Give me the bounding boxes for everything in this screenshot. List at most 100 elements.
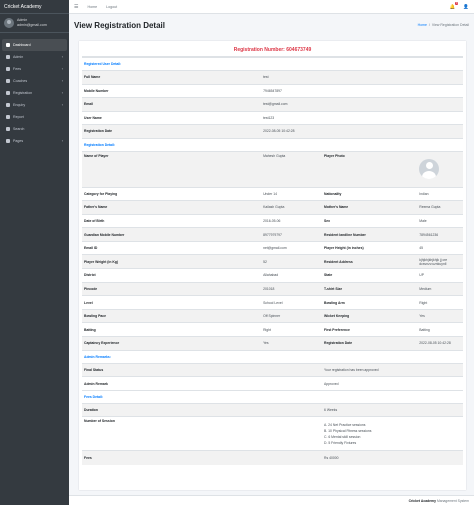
detail-table: Registered User Detail: Full Name test Mo… [82, 57, 463, 465]
brand-link[interactable]: Cricket Academy [0, 0, 69, 14]
row-label: Registration Date [322, 336, 418, 351]
section-header-row: Fees Detail: [82, 389, 463, 404]
table-row: Captaincy Experience Yes Registration Date… [82, 336, 463, 351]
sidebar-item-search[interactable]: Search [2, 123, 67, 135]
user-panel: Admin admin@gmail.com [0, 14, 69, 33]
section-reg-title: Registration Detail: [82, 137, 463, 151]
row-label: Email ID [82, 240, 262, 255]
table-row: Pincode 201018 T-shirt Size Medium [82, 281, 463, 296]
sidebar: Cricket Academy Admin admin@gmail.com Da… [0, 0, 69, 505]
footer: Cricket Academy Management System [69, 495, 474, 505]
content-header: View Registration Detail Home / View Reg… [69, 14, 474, 36]
sessions-list: A. 24 Net Practice sessions B. 10 Physic… [322, 416, 463, 451]
row-value: Off Spinner [261, 308, 323, 323]
table-row: Category for Playing Under 14 Nationality I… [82, 186, 463, 201]
row-value: Right [261, 322, 323, 337]
row-value: test [261, 70, 463, 84]
row-value: test123 [261, 110, 463, 125]
table-row: Final Status Your registration has been a… [82, 362, 463, 377]
table-row: Date of Birth 2016-05-06 Sex Male [82, 213, 463, 228]
row-value: 7894561236 [417, 227, 463, 242]
row-value: 201018 [261, 281, 323, 296]
row-value: Yes [261, 336, 323, 351]
section-header-row: Registered User Detail: [82, 57, 463, 71]
row-label: District [82, 268, 262, 283]
player-photo [419, 158, 440, 179]
table-row: Father's Name Kailash Gupta Mother's Name R… [82, 200, 463, 215]
user-email: admin@gmail.com [17, 23, 47, 27]
menu-toggle-icon[interactable]: ☰ [74, 4, 78, 10]
row-value: net@gmail.com [261, 240, 323, 255]
page-title: View Registration Detail [74, 20, 165, 30]
row-label: State [322, 268, 418, 283]
breadcrumb: Home / View Registration Detail [418, 23, 469, 27]
sidebar-item-registration[interactable]: Registration ‹ [2, 87, 67, 99]
profile-icon[interactable]: 👤 [463, 4, 469, 10]
coach-icon [6, 79, 10, 83]
row-value: Rs 40000 [322, 450, 463, 465]
table-row: District Allahabad State UP [82, 268, 463, 283]
chevron-left-icon: ‹ [61, 103, 63, 107]
table-row: Registration Date 2022-08-05 10:42:28 [82, 124, 463, 138]
nav-logout-link[interactable]: Logout [106, 5, 117, 9]
table-row: Number of Session A. 24 Net Practice ses… [82, 416, 463, 451]
sidebar-item-label: Search [13, 127, 25, 131]
row-label: Mobile Number [82, 83, 262, 98]
table-row: Name of Player Mahesh Gupta Player Photo [82, 150, 463, 187]
row-label: Bowling Pace [82, 308, 262, 323]
row-value: Batting [417, 322, 463, 337]
sidebar-item-label: Enquiry [13, 103, 26, 107]
avatar[interactable] [4, 18, 14, 28]
photo-cell [417, 150, 463, 187]
row-label: Level [82, 295, 262, 310]
row-label: Guardian Mobile Number [82, 227, 262, 242]
sidebar-item-enquiry[interactable]: Enquiry ‹ [2, 99, 67, 111]
sidebar-item-label: Report [13, 115, 24, 119]
row-value: Yes [417, 308, 463, 323]
sidebar-item-label: Registration [13, 91, 33, 95]
row-label: T-shirt Size [322, 281, 418, 296]
row-value: 2016-05-06 [261, 213, 323, 228]
sidebar-item-report[interactable]: Report [2, 111, 67, 123]
row-label: Sex [322, 213, 418, 228]
registration-number: Registration Number: 604673749 [82, 43, 463, 57]
row-label: Name of Player [82, 150, 262, 187]
sidebar-item-coaches[interactable]: Coaches ‹ [2, 75, 67, 87]
row-label: Nationality [322, 186, 418, 201]
user-info: Admin admin@gmail.com [17, 18, 47, 28]
nav-home-link[interactable]: Home [87, 5, 97, 9]
row-label: Player Weight (in Kg) [82, 254, 262, 269]
search-icon [6, 127, 10, 131]
chevron-left-icon: ‹ [61, 55, 63, 59]
row-label: Wicket Keeping [322, 308, 418, 323]
notification-bell-icon[interactable]: 🔔 3 [450, 1, 459, 10]
breadcrumb-separator: / [428, 23, 430, 27]
row-value: Under 14 [261, 186, 323, 201]
row-label: Bowling Arm [322, 295, 418, 310]
table-row: Guardian Mobile Number 8977979797 Resident… [82, 227, 463, 242]
sidebar-item-label: Dashboard [13, 43, 31, 47]
table-row: Admin Remark Approved [82, 376, 463, 391]
sidebar-item-label: Pages [13, 139, 24, 143]
dashboard-icon [6, 43, 10, 47]
row-label: Player Photo [322, 150, 418, 187]
row-label: Duration [82, 402, 323, 417]
user-icon [6, 55, 10, 59]
table-row: Batting Right First Preference Batting [82, 322, 463, 337]
table-row: Email ID net@gmail.com Player Height (in i… [82, 240, 463, 255]
report-icon [6, 115, 10, 119]
pages-icon [6, 139, 10, 143]
sidebar-item-fees[interactable]: Fees ‹ [2, 63, 67, 75]
row-value: 2022-08-05 10:42:28 [417, 336, 463, 351]
chevron-left-icon: ‹ [61, 67, 63, 71]
footer-brand[interactable]: Cricket Academy [409, 499, 436, 503]
section-admin-title: Admin Remarks: [82, 349, 463, 364]
sidebar-item-pages[interactable]: Pages ‹ [2, 135, 67, 147]
row-label: Category for Playing [82, 186, 262, 201]
row-label: Date of Birth [82, 213, 262, 228]
row-label: Resident landline Number [322, 227, 418, 242]
sidebar-item-admin[interactable]: Admin ‹ [2, 51, 67, 63]
sidebar-item-dashboard[interactable]: Dashboard [2, 39, 67, 51]
breadcrumb-home[interactable]: Home [418, 23, 427, 27]
table-row: Full Name test [82, 70, 463, 84]
